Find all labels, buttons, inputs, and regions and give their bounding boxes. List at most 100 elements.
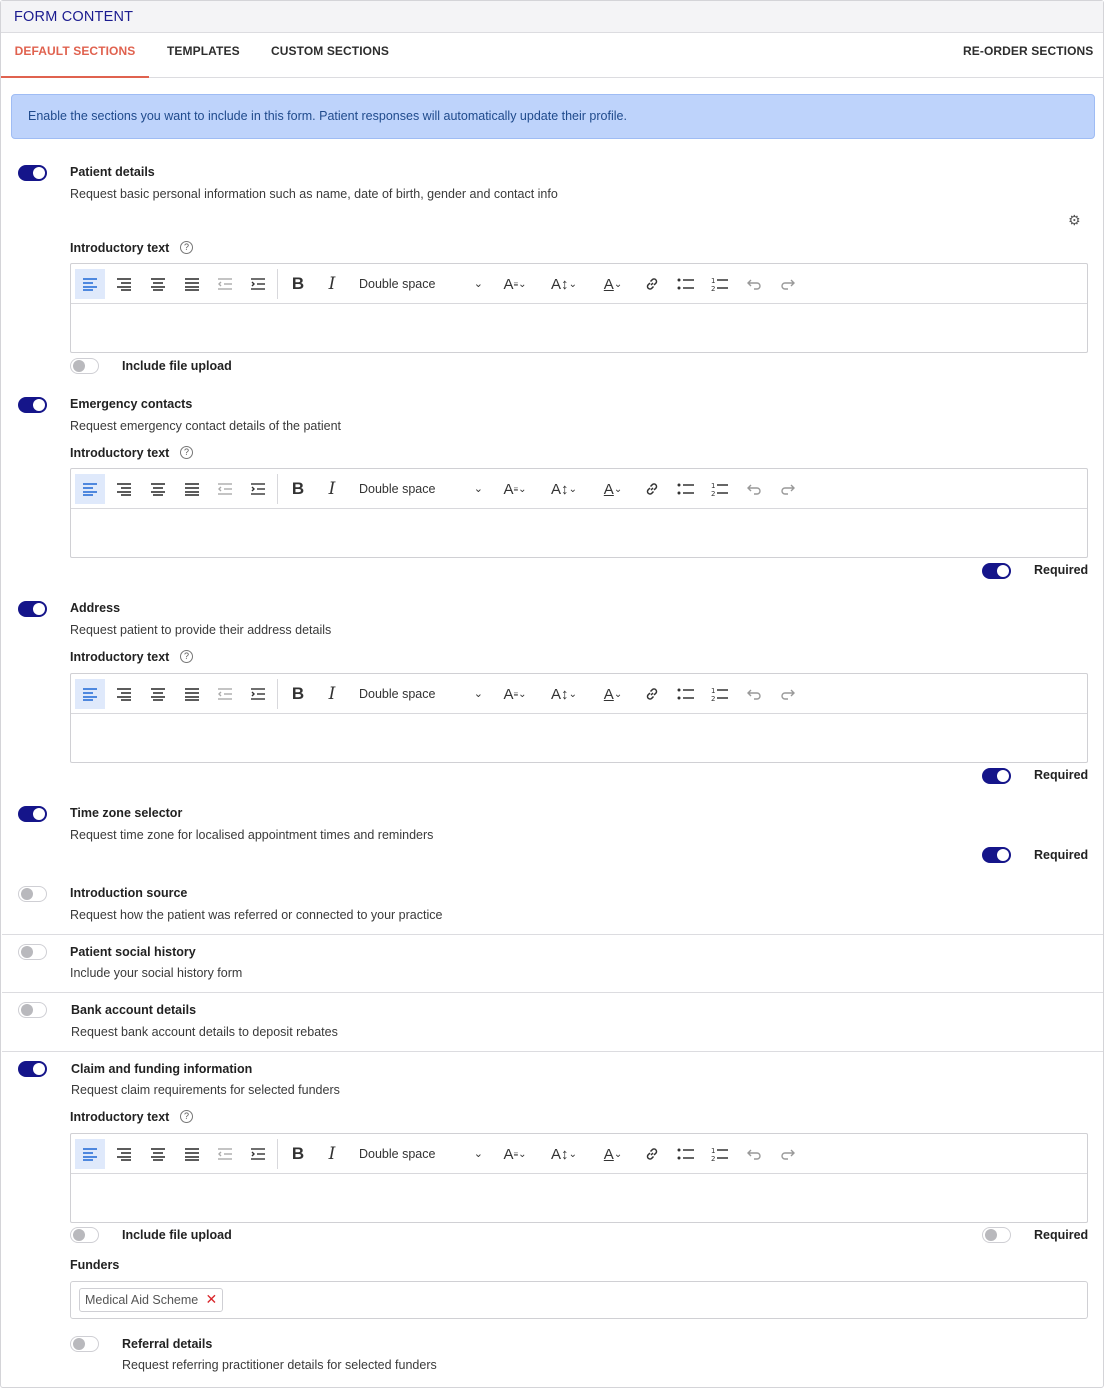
text-height-icon[interactable]: A↕ ⌄ (543, 474, 585, 504)
align-center-icon[interactable] (143, 679, 173, 709)
include-file-upload-toggle[interactable] (70, 358, 99, 374)
text-color-icon[interactable]: A ⌄ (593, 679, 633, 709)
tab-custom-sections[interactable]: CUSTOM SECTIONS (271, 33, 389, 78)
redo-icon[interactable] (773, 269, 803, 299)
time-zone-selector-toggle[interactable] (18, 806, 47, 822)
italic-icon[interactable]: I (317, 1139, 347, 1169)
outdent-icon[interactable] (210, 474, 240, 504)
remove-icon[interactable]: ✕ (206, 1288, 218, 1310)
align-justify-icon[interactable] (177, 679, 207, 709)
text-color-icon[interactable]: A ⌄ (593, 269, 633, 299)
align-left-icon[interactable] (75, 474, 105, 504)
bold-icon[interactable]: B (283, 679, 313, 709)
emergency-contacts-toggle[interactable] (18, 397, 47, 413)
indent-icon[interactable] (243, 1139, 273, 1169)
align-right-icon[interactable] (109, 1139, 139, 1169)
line-spacing-dropdown[interactable]: Double space ⌄ (357, 679, 483, 709)
line-spacing-dropdown[interactable]: Double space ⌄ (357, 1139, 483, 1169)
undo-icon[interactable] (739, 474, 769, 504)
outdent-icon[interactable] (210, 1139, 240, 1169)
tab-default-sections[interactable]: DEFAULT SECTIONS (1, 33, 149, 78)
font-size-icon[interactable]: A ≡ ⌄ (495, 679, 535, 709)
italic-icon[interactable]: I (317, 474, 347, 504)
rich-text-editor[interactable]: B I Double space ⌄ A ≡ ⌄ A↕ ⌄ A ⌄ 12 (70, 468, 1088, 558)
link-icon[interactable] (637, 269, 667, 299)
redo-icon[interactable] (773, 1139, 803, 1169)
redo-icon[interactable] (773, 679, 803, 709)
numbered-list-icon[interactable]: 12 (705, 474, 735, 504)
align-justify-icon[interactable] (177, 1139, 207, 1169)
align-center-icon[interactable] (143, 269, 173, 299)
bullet-list-icon[interactable] (671, 679, 701, 709)
redo-icon[interactable] (773, 474, 803, 504)
text-height-icon[interactable]: A↕ ⌄ (543, 679, 585, 709)
editor-body[interactable] (71, 714, 1087, 762)
rich-text-editor[interactable]: B I Double space ⌄ A ≡ ⌄ A↕ ⌄ A ⌄ 12 (70, 673, 1088, 763)
align-center-icon[interactable] (143, 1139, 173, 1169)
undo-icon[interactable] (739, 269, 769, 299)
align-right-icon[interactable] (109, 474, 139, 504)
link-icon[interactable] (637, 1139, 667, 1169)
align-left-icon[interactable] (75, 679, 105, 709)
text-height-icon[interactable]: A↕ ⌄ (543, 1139, 585, 1169)
required-toggle[interactable] (982, 1227, 1011, 1243)
link-icon[interactable] (637, 474, 667, 504)
italic-icon[interactable]: I (317, 679, 347, 709)
help-icon[interactable]: ? (180, 1110, 193, 1123)
patient-details-toggle[interactable] (18, 165, 47, 181)
numbered-list-icon[interactable]: 12 (705, 1139, 735, 1169)
align-right-icon[interactable] (109, 679, 139, 709)
introduction-source-toggle[interactable] (18, 886, 47, 902)
text-color-icon[interactable]: A ⌄ (593, 474, 633, 504)
font-size-icon[interactable]: A ≡ ⌄ (495, 269, 535, 299)
numbered-list-icon[interactable]: 12 (705, 269, 735, 299)
editor-body[interactable] (71, 304, 1087, 352)
help-icon[interactable]: ? (180, 650, 193, 663)
align-right-icon[interactable] (109, 269, 139, 299)
bank-account-details-toggle[interactable] (18, 1002, 47, 1018)
help-icon[interactable]: ? (180, 241, 193, 254)
text-color-icon[interactable]: A ⌄ (593, 1139, 633, 1169)
font-size-icon[interactable]: A ≡ ⌄ (495, 1139, 535, 1169)
required-toggle[interactable] (982, 768, 1011, 784)
address-toggle[interactable] (18, 601, 47, 617)
rich-text-editor[interactable]: B I Double space ⌄ A ≡ ⌄ A↕ ⌄ A ⌄ 12 (70, 1133, 1088, 1223)
claim-funding-toggle[interactable] (18, 1061, 47, 1077)
required-toggle[interactable] (982, 847, 1011, 863)
patient-social-history-toggle[interactable] (18, 944, 47, 960)
gear-icon[interactable]: ⚙ (1068, 212, 1081, 229)
rich-text-editor[interactable]: B I Double space ⌄ A ≡ ⌄ A↕ ⌄ A ⌄ 12 (70, 263, 1088, 353)
bullet-list-icon[interactable] (671, 474, 701, 504)
include-file-upload-toggle[interactable] (70, 1227, 99, 1243)
re-order-sections-button[interactable]: RE-ORDER SECTIONS (963, 33, 1093, 78)
line-spacing-dropdown[interactable]: Double space ⌄ (357, 474, 483, 504)
required-toggle[interactable] (982, 563, 1011, 579)
align-left-icon[interactable] (75, 1139, 105, 1169)
align-left-icon[interactable] (75, 269, 105, 299)
undo-icon[interactable] (739, 1139, 769, 1169)
link-icon[interactable] (637, 679, 667, 709)
bold-icon[interactable]: B (283, 1139, 313, 1169)
referral-details-toggle[interactable] (70, 1336, 99, 1352)
italic-icon[interactable]: I (317, 269, 347, 299)
indent-icon[interactable] (243, 474, 273, 504)
font-size-icon[interactable]: A ≡ ⌄ (495, 474, 535, 504)
outdent-icon[interactable] (210, 269, 240, 299)
outdent-icon[interactable] (210, 679, 240, 709)
undo-icon[interactable] (739, 679, 769, 709)
tab-templates[interactable]: TEMPLATES (167, 33, 240, 78)
line-spacing-dropdown[interactable]: Double space ⌄ (357, 269, 483, 299)
funders-multiselect[interactable]: Medical Aid Scheme ✕ (70, 1281, 1088, 1319)
text-height-icon[interactable]: A↕ ⌄ (543, 269, 585, 299)
bullet-list-icon[interactable] (671, 269, 701, 299)
editor-body[interactable] (71, 1174, 1087, 1222)
indent-icon[interactable] (243, 679, 273, 709)
align-center-icon[interactable] (143, 474, 173, 504)
bullet-list-icon[interactable] (671, 1139, 701, 1169)
bold-icon[interactable]: B (283, 269, 313, 299)
indent-icon[interactable] (243, 269, 273, 299)
align-justify-icon[interactable] (177, 474, 207, 504)
align-justify-icon[interactable] (177, 269, 207, 299)
help-icon[interactable]: ? (180, 446, 193, 459)
numbered-list-icon[interactable]: 12 (705, 679, 735, 709)
